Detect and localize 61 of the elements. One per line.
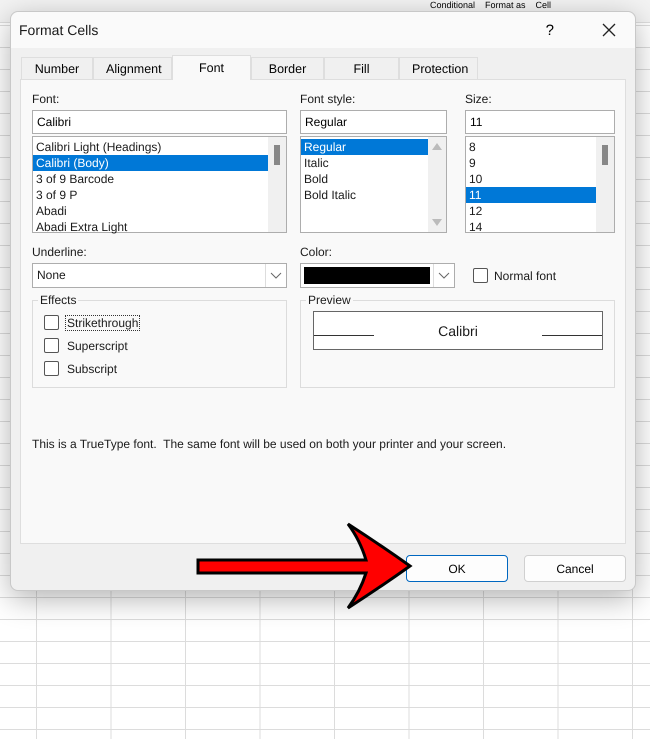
field-label: Font style: bbox=[300, 92, 356, 108]
ribbon-label: Format as bbox=[485, 0, 526, 12]
dialog-button[interactable]: OK bbox=[406, 555, 508, 582]
list-item[interactable]: Bold Italic bbox=[301, 187, 428, 203]
list-item[interactable]: 3 of 9 P bbox=[33, 187, 268, 203]
tab[interactable]: Font bbox=[172, 55, 251, 80]
checkbox-label[interactable]: Normal font bbox=[494, 268, 556, 282]
list-item[interactable]: 8 bbox=[466, 139, 596, 155]
list-item[interactable]: Abadi Extra Light bbox=[33, 219, 268, 235]
underline-dropdown[interactable]: None bbox=[32, 263, 287, 288]
ribbon-label: Conditional bbox=[430, 0, 476, 12]
list-item[interactable]: 9 bbox=[466, 155, 596, 171]
window-title: Format Cells bbox=[19, 22, 100, 38]
scrollbar[interactable] bbox=[596, 137, 614, 232]
group-title: Preview bbox=[306, 293, 353, 307]
group-title: Effects bbox=[38, 293, 78, 307]
checkbox-label[interactable]: Subscript bbox=[65, 360, 120, 376]
tab[interactable]: Number bbox=[21, 57, 93, 79]
tab[interactable]: Alignment bbox=[93, 57, 172, 79]
tab[interactable]: Protection bbox=[399, 57, 478, 79]
scroll-down-icon[interactable] bbox=[432, 219, 442, 226]
chevron-down-icon bbox=[270, 272, 282, 279]
list-item[interactable]: Abadi bbox=[33, 203, 268, 219]
checkbox-label[interactable]: Superscript bbox=[65, 338, 130, 354]
scroll-thumb[interactable] bbox=[274, 145, 280, 165]
preview-text: Calibri bbox=[438, 322, 478, 338]
list-item[interactable]: Regular bbox=[301, 139, 428, 155]
checkbox[interactable] bbox=[44, 361, 59, 376]
input-field[interactable]: 11 bbox=[465, 110, 615, 134]
checkbox[interactable] bbox=[44, 315, 59, 330]
info-text: This is a TrueType font. The same font will be used on both your printer and your screen. bbox=[32, 437, 508, 451]
field-label: Underline: bbox=[32, 245, 88, 261]
list-item[interactable]: 3 of 9 Barcode bbox=[33, 171, 268, 187]
list-item[interactable]: Calibri (Body) bbox=[33, 155, 268, 171]
scroll-up-icon[interactable] bbox=[432, 143, 442, 150]
checkbox-label[interactable]: Strikethrough bbox=[65, 314, 140, 330]
list-item[interactable]: 12 bbox=[466, 203, 596, 219]
field-label: Font: bbox=[32, 92, 60, 108]
checkbox[interactable] bbox=[44, 338, 59, 353]
list-item[interactable]: 14 bbox=[466, 219, 596, 235]
dialog-button[interactable]: Cancel bbox=[524, 555, 626, 582]
color-dropdown[interactable] bbox=[300, 263, 455, 288]
field-label: Color: bbox=[300, 245, 334, 261]
ribbon-label: Cell bbox=[536, 0, 552, 12]
tab[interactable]: Fill bbox=[324, 57, 399, 79]
field-label: Size: bbox=[465, 92, 493, 108]
tab[interactable]: Border bbox=[251, 57, 324, 79]
scrollbar[interactable] bbox=[268, 137, 286, 232]
list-item[interactable]: Calibri Light (Headings) bbox=[33, 139, 268, 155]
list-item[interactable]: Bold bbox=[301, 171, 428, 187]
chevron-down-icon bbox=[438, 272, 450, 279]
checkbox[interactable] bbox=[473, 268, 488, 283]
list-item[interactable]: Italic bbox=[301, 155, 428, 171]
input-field[interactable]: Regular bbox=[300, 110, 447, 134]
help-button[interactable]: ? bbox=[542, 22, 558, 38]
list-item[interactable]: 10 bbox=[466, 171, 596, 187]
list-item[interactable]: 11 bbox=[466, 187, 596, 203]
input-field[interactable]: Calibri bbox=[32, 110, 287, 134]
scrollbar[interactable] bbox=[428, 137, 446, 232]
scroll-thumb[interactable] bbox=[602, 145, 608, 165]
close-icon[interactable] bbox=[601, 22, 617, 38]
